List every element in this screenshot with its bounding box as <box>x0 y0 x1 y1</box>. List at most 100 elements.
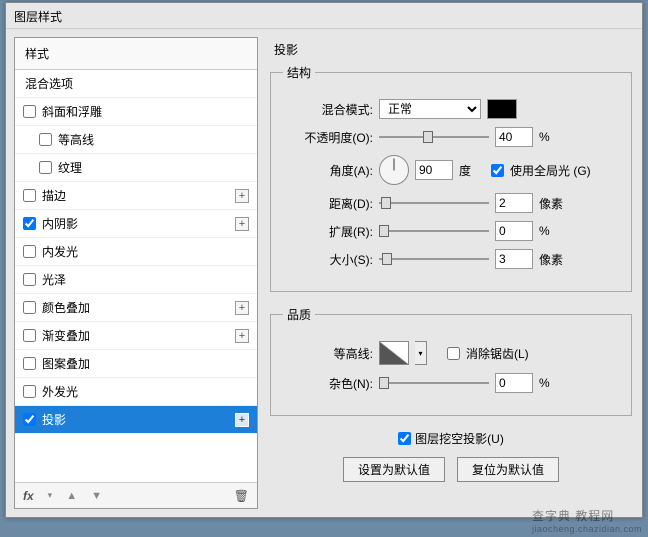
style-item-label: 图案叠加 <box>42 355 249 372</box>
global-light-checkbox[interactable] <box>491 164 504 177</box>
blend-options-label: 混合选项 <box>25 75 249 92</box>
watermark: 查字典 教程网 jiaocheng.chazidian.com <box>532 507 642 534</box>
distance-slider[interactable] <box>379 195 489 211</box>
style-item[interactable]: 内阴影+ <box>15 210 257 238</box>
angle-input[interactable] <box>415 160 453 180</box>
blend-mode-row: 混合模式: 正常 <box>287 99 615 119</box>
shadow-color-swatch[interactable] <box>487 99 517 119</box>
opacity-unit: % <box>539 130 565 144</box>
styles-footer: fx ▾ ▲ ▼ 🗑 <box>15 482 257 508</box>
style-item[interactable]: 内发光 <box>15 238 257 266</box>
angle-label: 角度(A): <box>287 162 373 179</box>
plus-icon[interactable]: + <box>235 329 249 343</box>
angle-row: 角度(A): 度 使用全局光 (G) <box>287 155 615 185</box>
distance-row: 距离(D): 像素 <box>287 193 615 213</box>
style-checkbox[interactable] <box>23 357 36 370</box>
style-item-label: 斜面和浮雕 <box>42 103 249 120</box>
noise-row: 杂色(N): % <box>287 373 615 393</box>
titlebar: 图层样式 <box>6 3 642 29</box>
structure-legend: 结构 <box>283 64 315 81</box>
style-checkbox[interactable] <box>23 217 36 230</box>
style-item[interactable]: 渐变叠加+ <box>15 322 257 350</box>
size-input[interactable] <box>495 249 533 269</box>
spread-slider[interactable] <box>379 223 489 239</box>
structure-group: 结构 混合模式: 正常 不透明度(O): % 角度(A): <box>270 64 632 292</box>
opacity-label: 不透明度(O): <box>287 129 373 146</box>
quality-legend: 品质 <box>283 306 315 323</box>
style-item[interactable]: 外发光 <box>15 378 257 406</box>
plus-icon[interactable]: + <box>235 189 249 203</box>
blend-options-item[interactable]: 混合选项 <box>15 70 257 98</box>
chevron-down-icon: ▾ <box>48 490 53 501</box>
noise-input[interactable] <box>495 373 533 393</box>
style-checkbox[interactable] <box>23 189 36 202</box>
angle-dial[interactable] <box>379 155 409 185</box>
window-title: 图层样式 <box>14 10 62 24</box>
style-item-label: 颜色叠加 <box>42 299 235 316</box>
default-buttons-row: 设置为默认值 复位为默认值 <box>270 457 632 482</box>
size-label: 大小(S): <box>287 251 373 268</box>
opacity-row: 不透明度(O): % <box>287 127 615 147</box>
layer-style-window: 图层样式 样式 混合选项 斜面和浮雕等高线纹理描边+内阴影+内发光光泽颜色叠加+… <box>5 2 643 518</box>
trash-icon[interactable]: 🗑 <box>234 489 249 503</box>
size-row: 大小(S): 像素 <box>287 249 615 269</box>
arrow-down-icon[interactable]: ▼ <box>91 490 102 502</box>
window-body: 样式 混合选项 斜面和浮雕等高线纹理描边+内阴影+内发光光泽颜色叠加+渐变叠加+… <box>6 29 642 517</box>
style-item[interactable]: 纹理 <box>15 154 257 182</box>
noise-unit: % <box>539 376 565 390</box>
style-checkbox[interactable] <box>23 301 36 314</box>
size-slider[interactable] <box>379 251 489 267</box>
style-item[interactable]: 图案叠加 <box>15 350 257 378</box>
style-item[interactable]: 颜色叠加+ <box>15 294 257 322</box>
style-checkbox[interactable] <box>23 105 36 118</box>
styles-header: 样式 <box>15 38 257 70</box>
styles-panel: 样式 混合选项 斜面和浮雕等高线纹理描边+内阴影+内发光光泽颜色叠加+渐变叠加+… <box>14 37 258 509</box>
plus-icon[interactable]: + <box>235 217 249 231</box>
distance-input[interactable] <box>495 193 533 213</box>
style-item[interactable]: 描边+ <box>15 182 257 210</box>
antialias-label: 消除锯齿(L) <box>466 345 529 362</box>
style-item[interactable]: 光泽 <box>15 266 257 294</box>
spread-input[interactable] <box>495 221 533 241</box>
opacity-input[interactable] <box>495 127 533 147</box>
style-item-label: 描边 <box>42 187 235 204</box>
noise-slider[interactable] <box>379 375 489 391</box>
antialias-checkbox[interactable] <box>447 347 460 360</box>
contour-label: 等高线: <box>287 345 373 362</box>
style-checkbox[interactable] <box>23 273 36 286</box>
style-item[interactable]: 斜面和浮雕 <box>15 98 257 126</box>
style-checkbox[interactable] <box>39 133 52 146</box>
global-light-label: 使用全局光 (G) <box>510 162 591 179</box>
style-checkbox[interactable] <box>23 245 36 258</box>
make-default-button[interactable]: 设置为默认值 <box>343 457 445 482</box>
style-item-label: 内阴影 <box>42 215 235 232</box>
spread-row: 扩展(R): % <box>287 221 615 241</box>
fx-icon[interactable]: fx <box>23 489 34 503</box>
spread-label: 扩展(R): <box>287 223 373 240</box>
style-item-label: 等高线 <box>58 131 249 148</box>
arrow-up-icon[interactable]: ▲ <box>66 490 77 502</box>
plus-icon[interactable]: + <box>235 413 249 427</box>
contour-swatch[interactable] <box>379 341 409 365</box>
panel-title: 投影 <box>270 41 632 58</box>
style-checkbox[interactable] <box>23 329 36 342</box>
effect-panel: 投影 结构 混合模式: 正常 不透明度(O): % 角度( <box>268 37 634 509</box>
spread-unit: % <box>539 224 565 238</box>
plus-icon[interactable]: + <box>235 301 249 315</box>
style-item[interactable]: 等高线 <box>15 126 257 154</box>
style-checkbox[interactable] <box>23 413 36 426</box>
style-item-label: 外发光 <box>42 383 249 400</box>
size-unit: 像素 <box>539 251 565 268</box>
style-item-label: 纹理 <box>58 159 249 176</box>
contour-dropdown-icon[interactable]: ▾ <box>415 341 427 365</box>
style-checkbox[interactable] <box>23 385 36 398</box>
style-item-label: 内发光 <box>42 243 249 260</box>
style-item[interactable]: 投影+ <box>15 406 257 434</box>
style-checkbox[interactable] <box>39 161 52 174</box>
blend-mode-label: 混合模式: <box>287 101 373 118</box>
distance-unit: 像素 <box>539 195 565 212</box>
blend-mode-select[interactable]: 正常 <box>379 99 481 119</box>
reset-default-button[interactable]: 复位为默认值 <box>457 457 559 482</box>
knockout-checkbox[interactable] <box>398 432 411 445</box>
opacity-slider[interactable] <box>379 129 489 145</box>
